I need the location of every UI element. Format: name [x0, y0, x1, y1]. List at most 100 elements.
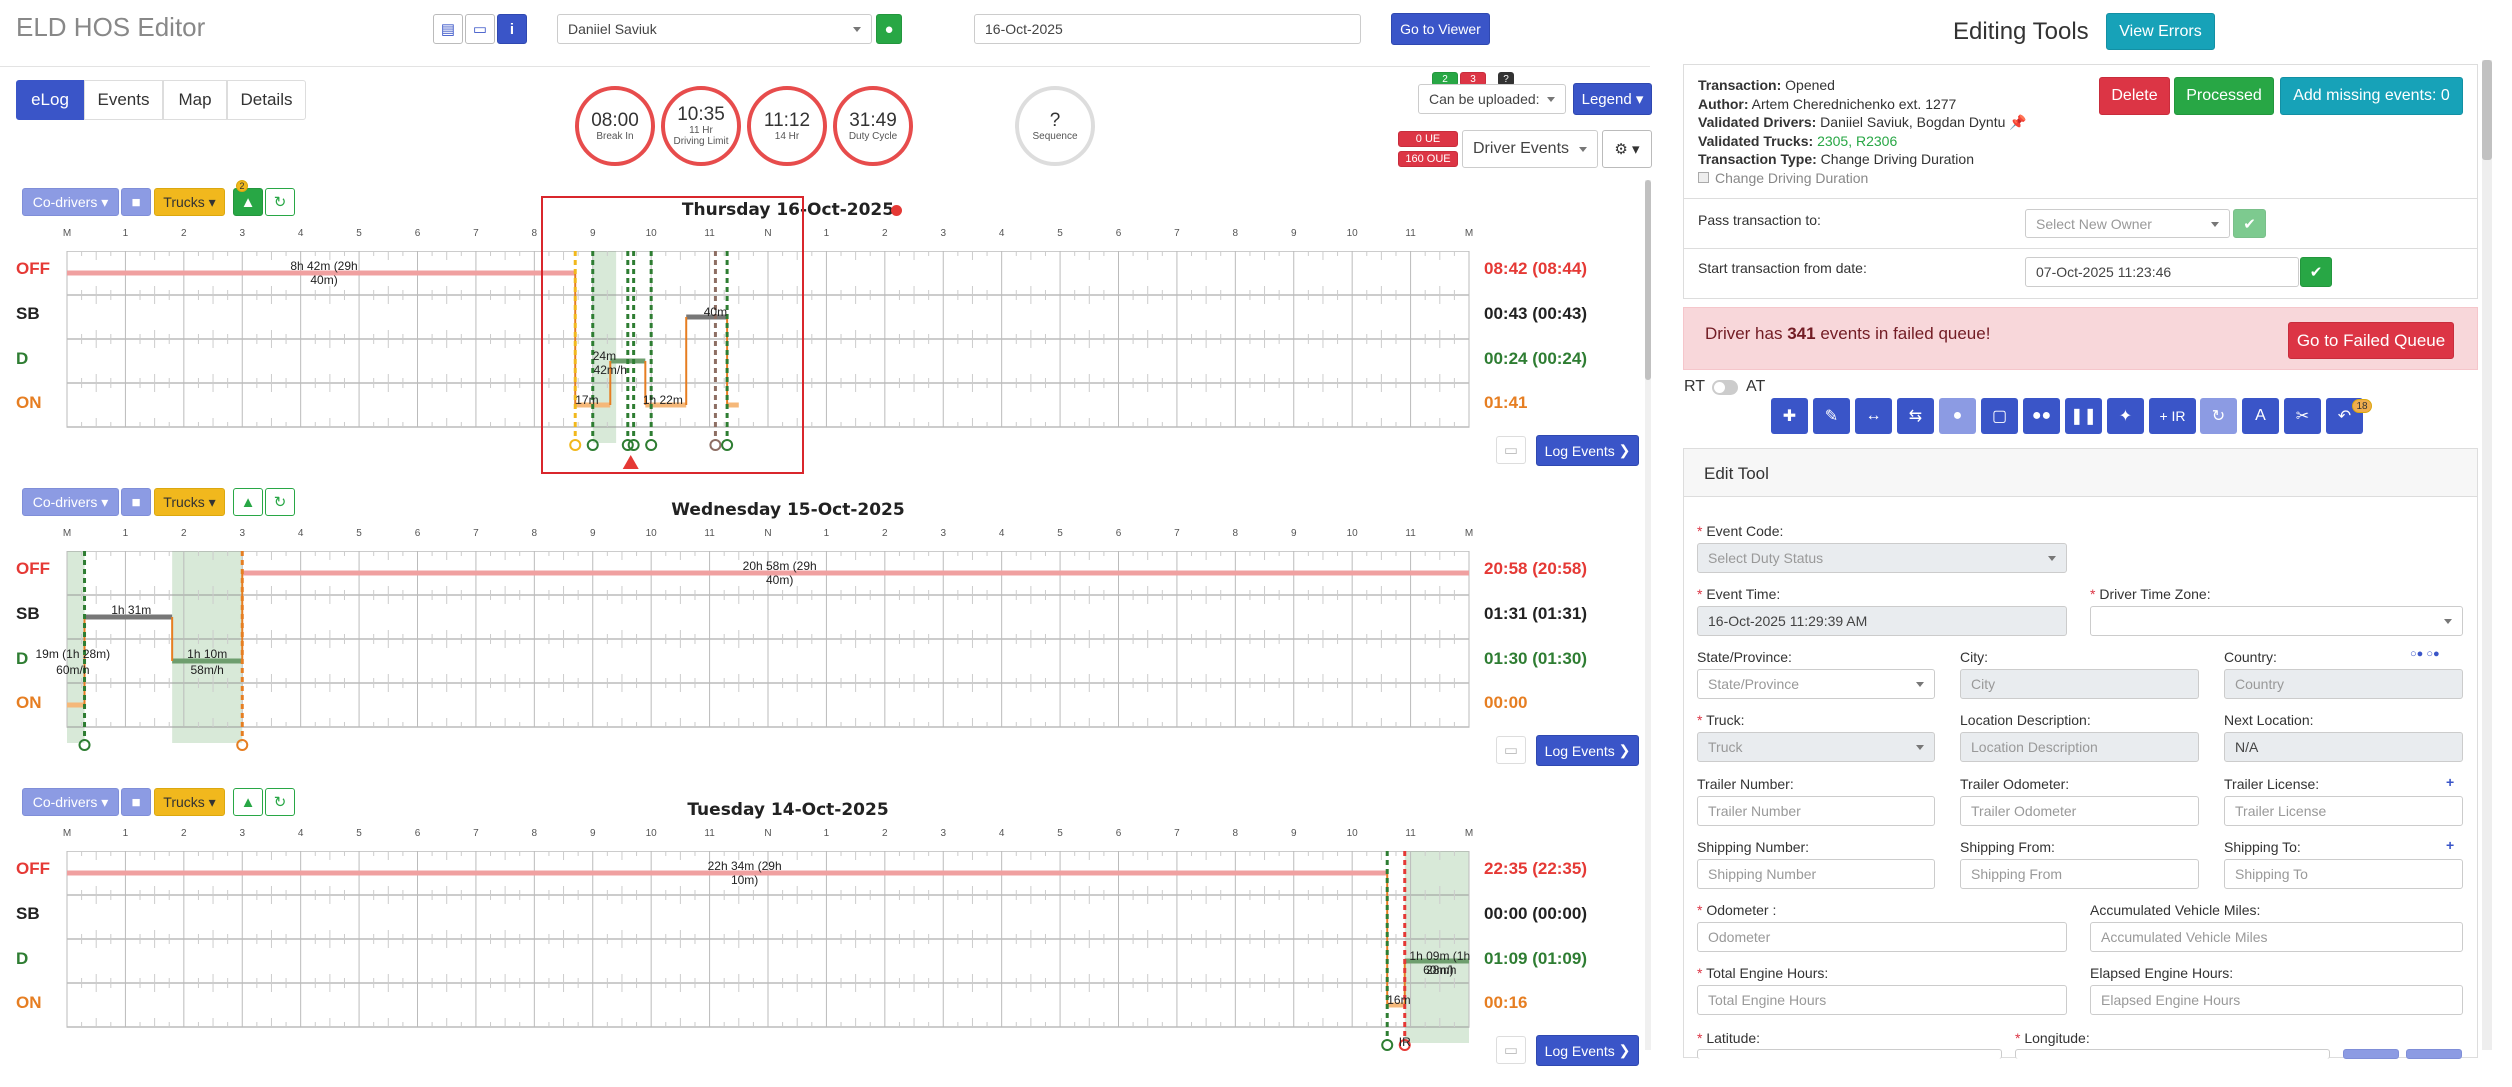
- window-ring: 11:12 14 Hr: [747, 86, 827, 166]
- shift-button[interactable]: ↔: [1855, 398, 1892, 434]
- accumulated-miles-input[interactable]: Accumulated Vehicle Miles: [2090, 922, 2463, 952]
- next-location-input[interactable]: N/A: [2224, 732, 2463, 762]
- confirm-owner-button[interactable]: ✔: [2233, 209, 2266, 238]
- codrivers-button[interactable]: Co-drivers ▾: [22, 188, 119, 216]
- start-date-input[interactable]: 07-Oct-2025 11:23:46: [2025, 257, 2299, 287]
- hour-label: 8: [1232, 528, 1239, 539]
- go-to-viewer-button[interactable]: Go to Viewer: [1391, 13, 1490, 45]
- location-description-input[interactable]: Location Description: [1960, 732, 2199, 762]
- tab-elog[interactable]: eLog: [16, 80, 84, 120]
- tab-details[interactable]: Details: [227, 80, 306, 120]
- codrivers-button[interactable]: Co-drivers ▾: [22, 488, 119, 516]
- trailer-button[interactable]: ▲: [233, 488, 263, 516]
- event-code-select[interactable]: Select Duty Status: [1697, 543, 2067, 573]
- log-events-button[interactable]: Log Events ❯: [1536, 735, 1639, 766]
- delete-button[interactable]: Delete: [2099, 77, 2170, 115]
- driver-button[interactable]: ●: [1939, 398, 1976, 434]
- can-be-uploaded-select[interactable]: Can be uploaded:: [1418, 84, 1566, 114]
- text-button[interactable]: A: [2242, 398, 2279, 434]
- event-time-input[interactable]: 16-Oct-2025 11:29:39 AM: [1697, 606, 2067, 636]
- note-icon-button[interactable]: ▭: [465, 14, 495, 44]
- add-event-button[interactable]: ✚: [1771, 398, 1808, 434]
- refresh-button[interactable]: ↻: [265, 488, 295, 516]
- refresh-button[interactable]: ↻: [265, 188, 295, 216]
- info-icon-button[interactable]: i: [497, 14, 527, 44]
- codrivers-button[interactable]: Co-drivers ▾: [22, 788, 119, 816]
- comment-button[interactable]: ▭: [1496, 736, 1526, 764]
- select-new-owner[interactable]: Select New Owner: [2025, 209, 2230, 238]
- driver-profile-button[interactable]: ●: [876, 14, 902, 44]
- hour-label: 5: [1057, 828, 1063, 839]
- log-events-button[interactable]: Log Events ❯: [1536, 435, 1639, 466]
- change-duration-checkbox[interactable]: [1698, 171, 1709, 183]
- trailer-license-input[interactable]: Trailer License: [2224, 796, 2463, 826]
- trucks-button[interactable]: Trucks ▾: [154, 188, 225, 216]
- trucks-button[interactable]: Trucks ▾: [154, 788, 225, 816]
- trailer-button[interactable]: ▲: [233, 788, 263, 816]
- total-d: 01:09 (01:09): [1484, 948, 1588, 968]
- map-pick-button-2[interactable]: [2406, 1049, 2462, 1059]
- truck-icon-button[interactable]: ■: [121, 788, 151, 816]
- comment-button[interactable]: ▭: [1496, 1036, 1526, 1064]
- go-to-failed-queue-button[interactable]: Go to Failed Queue: [2288, 322, 2454, 359]
- selection-rectangle[interactable]: [541, 196, 804, 474]
- trucks-button[interactable]: Trucks ▾: [154, 488, 225, 516]
- driver-select[interactable]: Daniiel Saviuk: [557, 14, 872, 44]
- city-input[interactable]: City: [1960, 669, 2199, 699]
- tab-events[interactable]: Events: [84, 80, 163, 120]
- add-ir-button[interactable]: + IR: [2149, 398, 2196, 434]
- duration-annotation: 16m: [1387, 993, 1411, 1007]
- trailer-button[interactable]: ▲: [233, 188, 263, 216]
- rt-at-toggle[interactable]: [1712, 380, 1738, 395]
- delete-event-button[interactable]: ▢: [1981, 398, 2018, 434]
- odometer-input[interactable]: Odometer: [1697, 922, 2067, 952]
- truck-select[interactable]: Truck: [1697, 732, 1935, 762]
- log-scrollbar[interactable]: [1645, 180, 1651, 1050]
- total-off: 20:58 (20:58): [1484, 559, 1588, 578]
- trailer-odometer-input[interactable]: Trailer Odometer: [1960, 796, 2199, 826]
- log-events-button[interactable]: Log Events ❯: [1536, 1035, 1639, 1066]
- shipping-number-label: Shipping Number:: [1697, 839, 1810, 855]
- truck-icon-button[interactable]: ■: [121, 188, 151, 216]
- trailer-number-input[interactable]: Trailer Number: [1697, 796, 1935, 826]
- add-missing-events-button[interactable]: Add missing events: 0: [2280, 77, 2463, 115]
- processed-button[interactable]: Processed: [2174, 77, 2274, 115]
- longitude-input[interactable]: [2015, 1049, 2330, 1059]
- comment-button[interactable]: ▭: [1496, 436, 1526, 464]
- map-pick-button[interactable]: [2343, 1049, 2399, 1059]
- shipping-number-input[interactable]: Shipping Number: [1697, 859, 1935, 889]
- swap-button[interactable]: ⇆: [1897, 398, 1934, 434]
- codrivers-button[interactable]: ●●: [2023, 398, 2060, 434]
- cut-button[interactable]: ✂: [2284, 398, 2321, 434]
- country-input[interactable]: Country: [2224, 669, 2463, 699]
- date-input[interactable]: 16-Oct-2025: [974, 14, 1361, 44]
- legend-button[interactable]: Legend ▾: [1573, 83, 1652, 115]
- tab-map[interactable]: Map: [163, 80, 227, 120]
- right-panel-scrollbar[interactable]: [2482, 60, 2492, 1050]
- state-select[interactable]: State/Province: [1697, 669, 1935, 699]
- add-shipping-plus-icon[interactable]: +: [2446, 837, 2454, 853]
- location-pin-icons[interactable]: ○● ○●: [2410, 648, 2440, 660]
- shipping-to-input[interactable]: Shipping To: [2224, 859, 2463, 889]
- view-errors-button[interactable]: View Errors: [2106, 13, 2215, 50]
- truck-icon-button[interactable]: ■: [121, 488, 151, 516]
- elapsed-hours-input[interactable]: Elapsed Engine Hours: [2090, 985, 2463, 1015]
- hour-label: 4: [998, 528, 1005, 539]
- confirm-date-button[interactable]: ✔: [2300, 257, 2332, 287]
- refresh-button[interactable]: ↻: [2200, 398, 2237, 434]
- hour-label: 3: [940, 228, 947, 239]
- settings-button[interactable]: ⚙ ▾: [1602, 130, 1652, 168]
- engine-hours-input[interactable]: Total Engine Hours: [1697, 985, 2067, 1015]
- document-icon-button[interactable]: ▤: [433, 14, 463, 44]
- latitude-input[interactable]: [1697, 1049, 2002, 1059]
- edit-button[interactable]: ✎: [1813, 398, 1850, 434]
- trailer-number-label: Trailer Number:: [1697, 776, 1794, 792]
- refresh-button[interactable]: ↻: [265, 788, 295, 816]
- add-trailer-plus-icon[interactable]: +: [2446, 774, 2454, 790]
- hour-label: 6: [414, 528, 421, 539]
- magic-button[interactable]: ✦: [2107, 398, 2144, 434]
- driver-tz-select[interactable]: [2090, 606, 2463, 636]
- driver-events-select[interactable]: Driver Events: [1462, 130, 1598, 168]
- shipping-from-input[interactable]: Shipping From: [1960, 859, 2199, 889]
- columns-button[interactable]: ❚❚: [2065, 398, 2102, 434]
